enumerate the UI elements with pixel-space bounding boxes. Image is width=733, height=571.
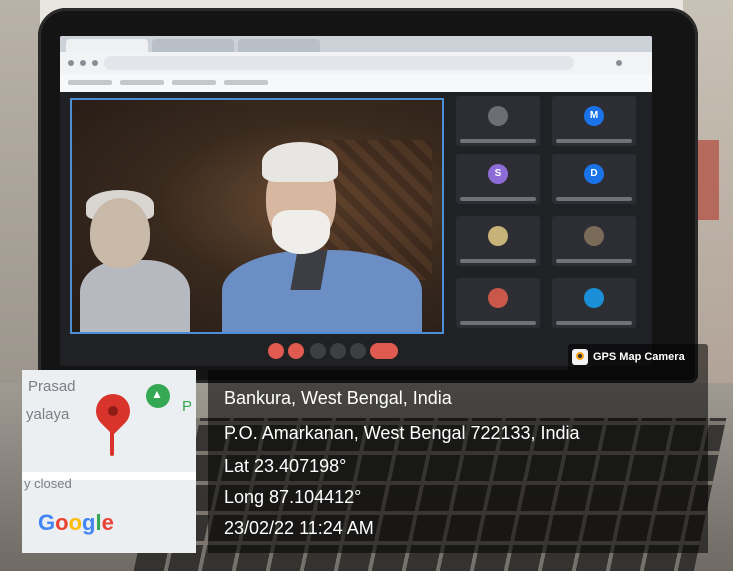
back-icon[interactable] bbox=[68, 60, 74, 66]
browser-tab-active[interactable] bbox=[66, 39, 148, 52]
participant-name bbox=[556, 139, 632, 143]
forward-icon[interactable] bbox=[80, 60, 86, 66]
address-bar[interactable] bbox=[104, 56, 574, 70]
browser-toolbar bbox=[60, 52, 652, 74]
participant-avatar bbox=[488, 106, 508, 126]
location-pin-icon bbox=[88, 386, 138, 436]
participant-name bbox=[556, 197, 632, 201]
participant-avatar bbox=[488, 226, 508, 246]
participant-tile[interactable] bbox=[456, 96, 540, 146]
participant-secondary-face bbox=[90, 198, 150, 268]
bookmark-item[interactable] bbox=[172, 80, 216, 85]
background-object bbox=[697, 140, 719, 220]
participant-name bbox=[460, 259, 536, 263]
map-status-label: y closed bbox=[24, 476, 72, 491]
participant-tile[interactable]: M bbox=[552, 96, 636, 146]
end-call-button[interactable] bbox=[370, 343, 398, 359]
gps-camera-badge: GPS Map Camera bbox=[568, 344, 708, 370]
participant-secondary-body bbox=[80, 260, 190, 332]
participant-tile[interactable] bbox=[552, 278, 636, 328]
location-address: P.O. Amarkanan, West Bengal 722133, Indi… bbox=[224, 423, 580, 443]
latitude: Lat 23.407198° bbox=[224, 456, 347, 476]
gps-camera-label: GPS Map Camera bbox=[593, 351, 685, 363]
main-speaker-video[interactable] bbox=[70, 98, 444, 334]
bookmark-item[interactable] bbox=[224, 80, 268, 85]
participant-name bbox=[460, 197, 536, 201]
camera-icon[interactable] bbox=[288, 343, 304, 359]
google-logo: Google bbox=[38, 510, 114, 535]
photo-scene: M S D Prasad yalaya y closed P ▲ Google … bbox=[0, 0, 733, 571]
microphone-icon[interactable] bbox=[268, 343, 284, 359]
participant-tile[interactable]: S bbox=[456, 154, 540, 204]
participant-avatar: D bbox=[584, 164, 604, 184]
reload-icon[interactable] bbox=[92, 60, 98, 66]
participant-avatar: S bbox=[488, 164, 508, 184]
participant-name bbox=[556, 321, 632, 325]
participant-name bbox=[460, 321, 536, 325]
participant-grid: M S D bbox=[452, 96, 648, 336]
browser-chrome bbox=[60, 36, 652, 92]
gps-camera-icon bbox=[572, 349, 588, 365]
participant-name bbox=[460, 139, 536, 143]
browser-tab[interactable] bbox=[238, 39, 320, 52]
speaker-beard bbox=[272, 210, 330, 254]
video-call: M S D bbox=[60, 92, 652, 366]
participant-avatar bbox=[584, 288, 604, 308]
participant-avatar bbox=[584, 226, 604, 246]
participant-tile[interactable] bbox=[552, 216, 636, 266]
participant-tile[interactable] bbox=[456, 216, 540, 266]
participant-name bbox=[556, 259, 632, 263]
map-place-label: Prasad bbox=[28, 378, 76, 395]
profile-icon[interactable] bbox=[616, 60, 622, 66]
park-icon bbox=[146, 384, 170, 408]
call-controls bbox=[60, 336, 652, 366]
present-icon[interactable] bbox=[350, 343, 366, 359]
participant-avatar bbox=[488, 288, 508, 308]
bookmark-item[interactable] bbox=[120, 80, 164, 85]
browser-tab[interactable] bbox=[152, 39, 234, 52]
browser-tab-strip bbox=[60, 36, 652, 52]
timestamp: 23/02/22 11:24 AM bbox=[224, 518, 374, 538]
participant-tile[interactable]: D bbox=[552, 154, 636, 204]
map-place-label: P bbox=[182, 398, 193, 415]
captions-icon[interactable] bbox=[310, 343, 326, 359]
map-place-label: yalaya bbox=[26, 406, 70, 423]
participant-tile[interactable] bbox=[456, 278, 540, 328]
location-name: Bankura, West Bengal, India bbox=[224, 388, 452, 408]
bookmarks-bar bbox=[60, 74, 652, 92]
laptop-screen: M S D bbox=[60, 36, 652, 366]
participant-avatar: M bbox=[584, 106, 604, 126]
raise-hand-icon[interactable] bbox=[330, 343, 346, 359]
longitude: Long 87.104412° bbox=[224, 487, 362, 507]
bookmark-item[interactable] bbox=[68, 80, 112, 85]
speaker-hair bbox=[262, 142, 338, 182]
map-thumbnail: Prasad yalaya y closed P Google bbox=[22, 370, 196, 553]
